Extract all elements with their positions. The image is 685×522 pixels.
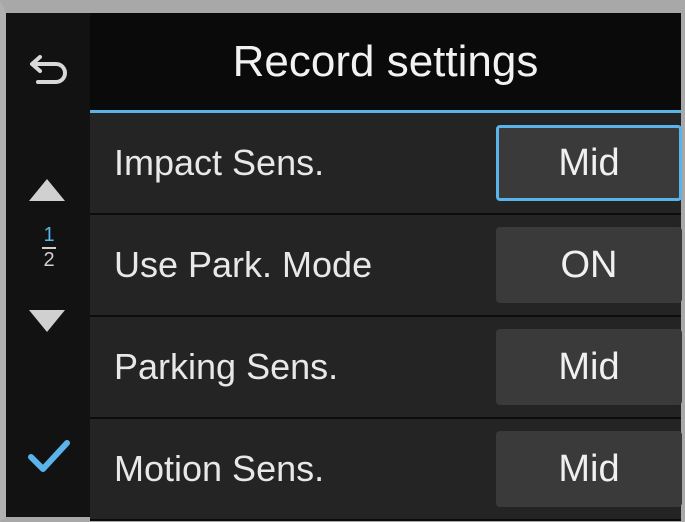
check-icon[interactable] bbox=[25, 437, 73, 477]
page-title: Record settings bbox=[232, 37, 539, 86]
down-arrow-icon[interactable] bbox=[27, 308, 67, 334]
setting-label: Motion Sens. bbox=[114, 448, 325, 489]
setting-label: Use Park. Mode bbox=[114, 244, 373, 285]
up-arrow-icon[interactable] bbox=[27, 177, 67, 203]
setting-row-impact-sens[interactable]: Impact Sens. Mid bbox=[90, 113, 682, 215]
setting-row-parking-sens[interactable]: Parking Sens. Mid bbox=[90, 317, 682, 419]
page-indicator: 1 2 bbox=[34, 225, 64, 270]
parking-sens-value-button[interactable]: Mid bbox=[496, 329, 682, 405]
motion-sens-value-button[interactable]: Mid bbox=[496, 431, 682, 507]
setting-row-motion-sens[interactable]: Motion Sens. Mid bbox=[90, 419, 682, 521]
impact-sens-value-button[interactable]: Mid bbox=[496, 125, 682, 201]
screen: 1 2 Record settings Impact Sens. Mid Use… bbox=[6, 13, 682, 521]
use-park-mode-value-button[interactable]: ON bbox=[496, 227, 682, 303]
header: Record settings bbox=[90, 13, 681, 113]
page-total: 2 bbox=[43, 249, 55, 271]
sidebar: 1 2 bbox=[6, 13, 90, 517]
setting-label: Parking Sens. bbox=[114, 346, 339, 387]
page-current: 1 bbox=[43, 224, 55, 246]
back-icon[interactable] bbox=[28, 49, 70, 87]
device-frame: 1 2 Record settings Impact Sens. Mid Use… bbox=[0, 0, 685, 522]
setting-row-use-park-mode[interactable]: Use Park. Mode ON bbox=[90, 215, 682, 317]
setting-label: Impact Sens. bbox=[114, 142, 325, 183]
